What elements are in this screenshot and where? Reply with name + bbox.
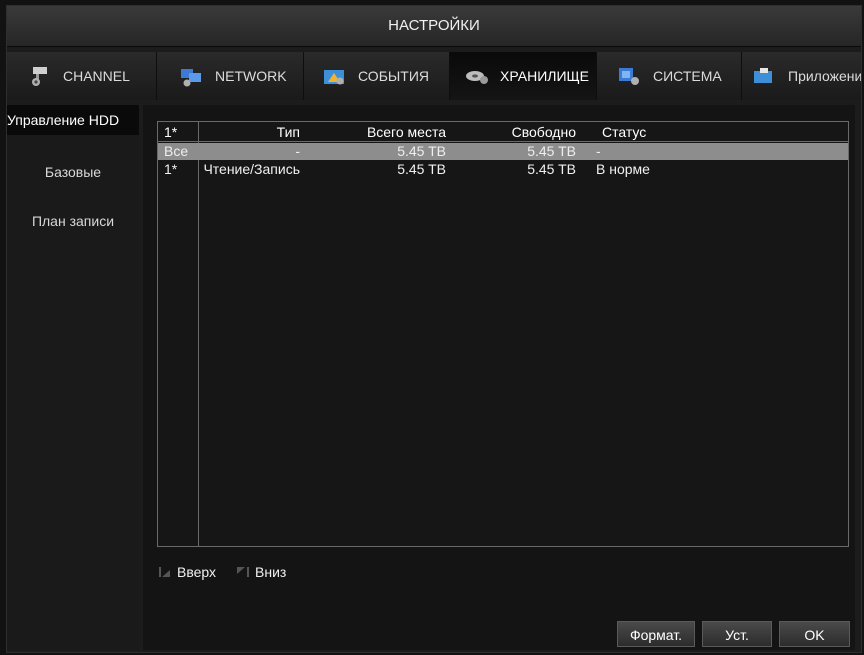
header-total: Всего места <box>366 124 446 140</box>
camera-icon <box>32 67 47 86</box>
tab-label: CHANNEL <box>63 68 130 84</box>
page-up-button[interactable]: Вверх <box>159 561 216 583</box>
apps-icon <box>754 68 772 83</box>
header-free: Свободно <box>511 124 576 140</box>
tab-label: ХРАНИЛИЩЕ <box>500 68 589 84</box>
row-total: 5.45 TB <box>397 161 446 177</box>
row-status: В норме <box>596 161 650 177</box>
window-title: НАСТРОЙКИ <box>7 6 861 47</box>
hdd-table: 1* Тип Всего места Свободно Статус Все -… <box>157 121 849 547</box>
row-index: 1* <box>164 161 178 177</box>
network-icon <box>181 69 201 87</box>
tab-apps[interactable]: Приложения <box>742 52 861 100</box>
events-icon <box>324 70 344 85</box>
tab-label: NETWORK <box>215 68 287 84</box>
sidebar: Управление HDD Базовые План записи <box>7 105 139 650</box>
set-button[interactable]: Уст. <box>702 621 772 647</box>
table-row[interactable]: 1* Чтение/Запись 5.45 TB 5.45 TB В норме <box>158 161 848 178</box>
tab-label: Приложения <box>788 68 861 84</box>
row-free: 5.45 TB <box>527 161 576 177</box>
table-row[interactable]: Все - 5.45 TB 5.45 TB - <box>158 143 848 160</box>
row-free: 5.45 TB <box>527 143 576 159</box>
sidebar-item-hdd-management[interactable]: Управление HDD <box>7 105 139 135</box>
table-header: 1* Тип Всего места Свободно Статус <box>158 124 848 142</box>
row-total: 5.45 TB <box>397 143 446 159</box>
system-icon <box>619 68 639 85</box>
settings-window: НАСТРОЙКИ CHANNEL NETWORK СОБЫТИЯ ХРАНИЛ… <box>6 5 862 653</box>
column-divider <box>198 122 199 546</box>
row-type: Чтение/Запись <box>203 161 300 177</box>
tab-channel[interactable]: CHANNEL <box>7 52 157 100</box>
format-button[interactable]: Формат. <box>617 621 695 647</box>
arrow-up-icon <box>159 567 170 577</box>
tab-system[interactable]: СИСТЕМА <box>597 52 742 100</box>
storage-icon <box>466 71 488 84</box>
sidebar-item-record-schedule[interactable]: План записи <box>7 206 139 236</box>
row-type: - <box>295 143 300 159</box>
page-down-label: Вниз <box>255 564 287 580</box>
header-type: Тип <box>276 124 300 140</box>
ok-button[interactable]: OK <box>779 621 850 647</box>
tab-label: СОБЫТИЯ <box>358 68 429 84</box>
row-status: - <box>596 143 601 159</box>
header-index[interactable]: 1* <box>164 124 194 141</box>
tab-events[interactable]: СОБЫТИЯ <box>304 52 450 100</box>
hdd-management-panel: 1* Тип Всего места Свободно Статус Все -… <box>143 105 855 650</box>
tab-network[interactable]: NETWORK <box>157 52 304 100</box>
tab-storage[interactable]: ХРАНИЛИЩЕ <box>450 52 597 100</box>
row-index: Все <box>164 143 189 159</box>
page-up-label: Вверх <box>177 564 217 580</box>
tab-label: СИСТЕМА <box>653 68 722 84</box>
tab-bar: CHANNEL NETWORK СОБЫТИЯ ХРАНИЛИЩЕ СИСТЕМ… <box>7 52 861 100</box>
sidebar-item-basic[interactable]: Базовые <box>7 157 139 187</box>
header-status: Статус <box>602 124 647 140</box>
arrow-down-icon <box>237 567 249 577</box>
page-down-button[interactable]: Вниз <box>237 561 286 583</box>
